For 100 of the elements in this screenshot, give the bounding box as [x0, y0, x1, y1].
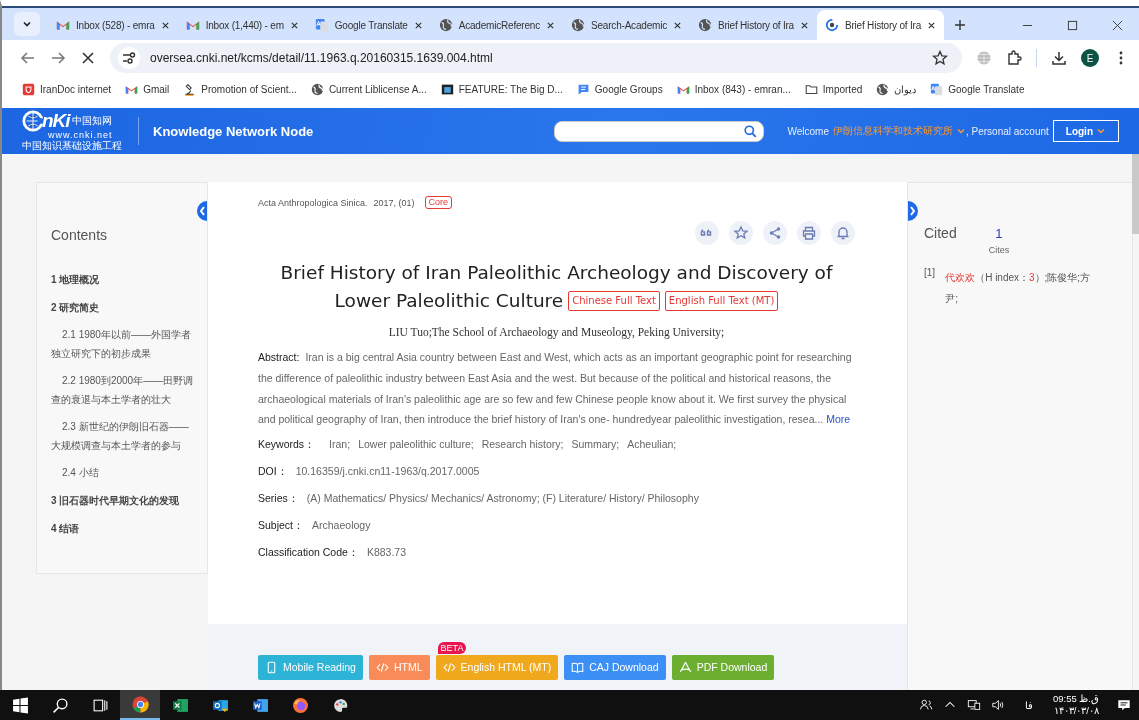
back-icon[interactable]	[20, 50, 36, 66]
browser-tab[interactable]: Search-Academic	[563, 10, 690, 40]
download-icon[interactable]	[1051, 50, 1067, 66]
network-icon[interactable]	[966, 698, 981, 712]
print-icon[interactable]	[797, 221, 821, 245]
forward-icon[interactable]	[50, 50, 66, 66]
globe-icon	[310, 82, 324, 96]
search-icon[interactable]	[51, 696, 69, 714]
notification-icon[interactable]	[1117, 698, 1131, 712]
cited-count[interactable]: 1	[995, 226, 1003, 241]
bookmark[interactable]: Google Translate	[930, 82, 1025, 96]
microscope-icon	[183, 82, 197, 96]
close-icon[interactable]	[1112, 20, 1123, 31]
code-icon	[375, 660, 389, 674]
document-app-icon[interactable]	[251, 696, 269, 714]
citation-text: 代欢欢（H index：3）;陈俊华;方尹;	[945, 271, 1092, 306]
contents-subitem[interactable]: 2.3 新世纪的伊朗旧石器——大规模调查与本土学者的参与	[51, 417, 197, 455]
more-link[interactable]: More	[826, 413, 851, 426]
keywords-label: Keywords：	[258, 438, 316, 453]
contents-item[interactable]: 2 研究简史	[51, 301, 197, 315]
author-link[interactable]: 代欢欢	[945, 272, 976, 283]
contents-title: Contents	[51, 227, 109, 243]
keyword-link[interactable]: Summary;	[571, 438, 620, 453]
browser-tab[interactable]: AcademicReferenc	[430, 10, 564, 40]
profile-avatar[interactable]: E	[1081, 49, 1099, 67]
windows-icon[interactable]	[11, 696, 29, 714]
keyword-link[interactable]: Research history;	[481, 438, 564, 453]
journal-issue: 2017, (01)	[373, 197, 415, 208]
close-icon[interactable]	[927, 20, 936, 30]
bookmark[interactable]: Google Groups	[576, 82, 663, 96]
contents-subitem[interactable]: 2.4 小结	[51, 463, 197, 482]
contents-subitem[interactable]: 2.1 1980年以前——外国学者独立研究下的初步成果	[51, 325, 197, 363]
maximize-icon[interactable]	[1067, 20, 1078, 31]
close-icon[interactable]	[160, 20, 170, 30]
new-tab-icon[interactable]	[954, 19, 966, 31]
abstract-paragraph: Abstract: Iran is a big central Asia country between East and West, which acts as an important geographic point for researching the difference of paleolithic industry between East Asia and the west. But because of the political and historical reasons, the archaeological materials of Iran's paleolithic age are so few and few Chinese people know about it. We first survey the physical and political geography of Iran, then introduce the brief history of Iran's one- hundredyear paleolithic investigation, resea... More	[258, 350, 853, 428]
contents-item[interactable]: 4 结语	[51, 522, 197, 536]
close-icon[interactable]	[800, 20, 809, 30]
tab-title: Inbox (528) - emra	[76, 19, 155, 31]
contents-item[interactable]: 1 地理概况	[51, 273, 197, 287]
clock-date[interactable]: ۱۴۰۳/۰۳/۰۸	[1053, 705, 1099, 717]
logo-text: nKi	[42, 109, 70, 131]
site-title: Knowledge Network Node	[153, 123, 314, 139]
pdf-icon	[678, 660, 692, 674]
browser-tab[interactable]: Brief History of Ira	[689, 10, 817, 40]
film-icon	[440, 82, 454, 96]
language-indicator[interactable]: فا	[1024, 699, 1033, 711]
tab-title: Brief History of Ira	[717, 19, 794, 31]
bookmark[interactable]: Promotion of Scient...	[183, 82, 297, 96]
core-tag: Core	[424, 196, 453, 209]
browser-tab[interactable]: Google Translate	[306, 10, 431, 40]
close-icon[interactable]	[546, 20, 556, 30]
clock-time[interactable]: 09:55 ق.ظ	[1052, 693, 1099, 705]
keyword-link[interactable]: Iran;	[329, 438, 351, 453]
browser-tab[interactable]: Inbox (528) - emra	[48, 10, 178, 40]
bookmark[interactable]: Current Liblicense A...	[310, 82, 427, 96]
extensions-icon[interactable]	[1006, 50, 1022, 66]
keyword-link[interactable]: Acheulian;	[627, 438, 677, 453]
search-field[interactable]	[554, 120, 765, 142]
bookmark[interactable]: Inbox (843) - emran...	[676, 82, 791, 96]
bell-icon[interactable]	[831, 221, 855, 245]
browser-tab[interactable]: Inbox (1,440) - em	[177, 10, 307, 40]
stop-icon[interactable]	[80, 50, 96, 66]
logo-slogan: 中国知识基础设施工程	[22, 139, 123, 151]
chrome-icon[interactable]	[131, 695, 149, 713]
bookmark-star-icon[interactable]	[932, 50, 948, 66]
journal-source[interactable]: Acta Anthropologica Sinica.	[258, 197, 368, 208]
shield-icon	[22, 82, 35, 96]
browser-tab[interactable]: Brief History of Ira	[817, 10, 944, 40]
share-icon[interactable]	[763, 221, 787, 245]
bookmark[interactable]: FEATURE: The Big D...	[440, 82, 563, 96]
close-icon[interactable]	[672, 20, 682, 30]
contents-subitem[interactable]: 2.2 1980到2000年——田野调查的衰退与本土学者的壮大	[51, 371, 197, 409]
people-icon[interactable]	[918, 698, 933, 712]
contents-item[interactable]: 3 旧石器时代早期文化的发现	[51, 494, 197, 508]
close-icon[interactable]	[289, 20, 299, 30]
keyword-link[interactable]: Lower paleolithic culture;	[358, 438, 474, 453]
address-bar[interactable]: oversea.cnki.net/kcms/detail/11.1963.q.20160315.1639.004.html	[110, 43, 962, 73]
personal-account-link[interactable]: , Personal account	[965, 125, 1049, 137]
spreadsheet-icon[interactable]	[171, 696, 189, 714]
bookmark[interactable]: IranDoc internet	[22, 82, 112, 96]
fox-browser-icon[interactable]	[291, 696, 309, 714]
full-text-link[interactable]: English Full Text (MT)	[664, 291, 779, 311]
field-value: 10.16359/j.cnki.cn11-1963/q.2017.0005	[295, 465, 480, 480]
scrollbar[interactable]	[1132, 154, 1139, 234]
full-text-link[interactable]: Chinese Full Text	[568, 291, 660, 311]
quote-icon[interactable]	[695, 221, 719, 245]
bookmark[interactable]: Gmail	[125, 82, 170, 96]
translate-icon	[314, 18, 329, 32]
site-settings-icon[interactable]	[118, 47, 140, 69]
volume-icon[interactable]	[990, 698, 1005, 712]
field-value: (A) Mathematics/ Physics/ Mechanics/ Astronomy; (F) Literature/ History/ Philosophy	[306, 492, 699, 507]
close-icon[interactable]	[413, 20, 423, 30]
bookmark[interactable]: Imported	[804, 82, 863, 96]
palette-icon[interactable]	[331, 696, 349, 714]
cited-unit: Cites	[988, 245, 1010, 255]
author-line: LIU Tuo;The School of Archaeology and Museology, Peking University;	[387, 326, 726, 338]
logo-text: 中国知网	[71, 113, 112, 128]
login-button[interactable]: Login	[1052, 120, 1119, 142]
bookmark[interactable]: دیوان	[876, 82, 917, 96]
